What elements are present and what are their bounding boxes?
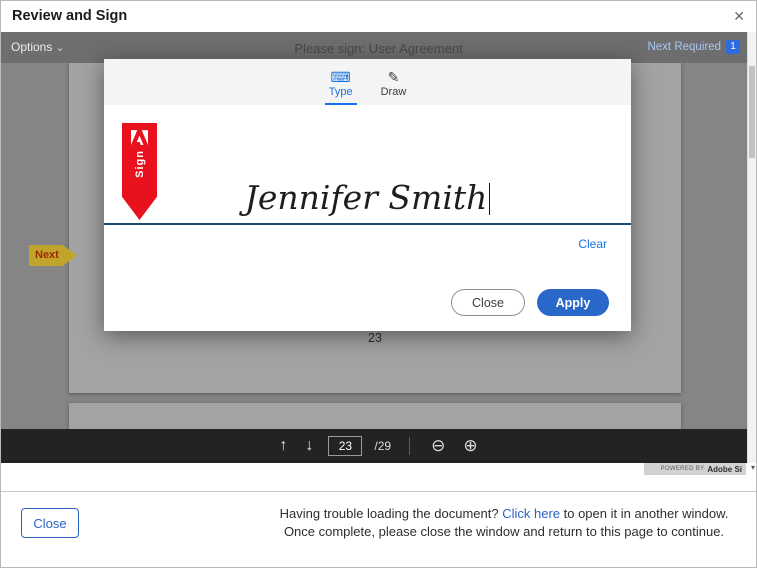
document-sign-title: Please sign: User Agreement [1,41,756,56]
powered-by-strip: POWERED BY Adobe Si [644,463,746,475]
zoom-out-icon[interactable]: ⊖ [428,436,448,456]
signature-apply-button[interactable]: Apply [537,289,609,316]
page-number-label: 23 [69,331,681,345]
adobe-brand-label: Adobe Si [707,465,742,474]
clear-signature-link[interactable]: Clear [578,237,607,251]
signature-tab-bar: ⌨ Type ✎ Draw [104,59,631,105]
total-pages-label: /29 [374,439,391,453]
footer-panel: Close Having trouble loading the documen… [1,492,756,567]
next-page-icon[interactable]: ↓ [302,437,316,455]
tab-type-label: Type [329,86,353,98]
signature-dialog-buttons: Close Apply [451,289,609,316]
signature-baseline [104,223,631,225]
trouble-text-suffix: to open it in another window. [560,506,728,521]
caret-down-icon[interactable]: ▾ [751,463,755,472]
previous-page-icon[interactable]: ↑ [276,437,290,455]
tab-draw-label: Draw [381,86,407,98]
powered-by-label: POWERED BY [661,466,705,472]
next-required-control[interactable]: Next Required 1 [647,40,740,54]
footer-help-text: Having trouble loading the document? Cli… [264,505,744,541]
tab-draw[interactable]: ✎ Draw [377,66,411,105]
signature-text-wrap: Jennifer Smith [104,178,631,217]
window-title: Review and Sign [12,8,127,24]
signature-text[interactable]: Jennifer Smith [245,178,488,217]
close-icon[interactable]: ✕ [733,8,745,25]
trouble-text-prefix: Having trouble loading the document? [280,506,503,521]
text-cursor [489,183,490,215]
keyboard-icon: ⌨ [331,70,351,85]
pager-divider [409,437,410,455]
pen-icon: ✎ [388,70,400,85]
footer-help-line2: Once complete, please close the window a… [284,524,724,539]
review-and-sign-window: Review and Sign ✕ Options⌄ Please sign: … [0,0,757,568]
scrollbar-thumb[interactable] [749,66,755,158]
footer-close-button[interactable]: Close [21,508,79,538]
signature-input-area[interactable]: Jennifer Smith [104,105,631,223]
pdf-pager-bar: ↑ ↓ 23 /29 ⊖ ⊕ › [1,429,756,463]
vertical-scrollbar[interactable] [747,32,756,463]
next-required-badge: 1 [726,40,740,54]
document-page-next [69,403,681,429]
page-number-input[interactable]: 23 [328,436,362,456]
signature-dialog: ⌨ Type ✎ Draw Sign Jennifer Smith Clear [104,59,631,331]
signature-close-button[interactable]: Close [451,289,525,316]
zoom-in-icon[interactable]: ⊕ [460,436,480,456]
window-header: Review and Sign ✕ [1,1,756,32]
click-here-link[interactable]: Click here [502,506,560,521]
next-required-label: Next Required [647,41,721,53]
tab-type[interactable]: ⌨ Type [325,66,357,105]
